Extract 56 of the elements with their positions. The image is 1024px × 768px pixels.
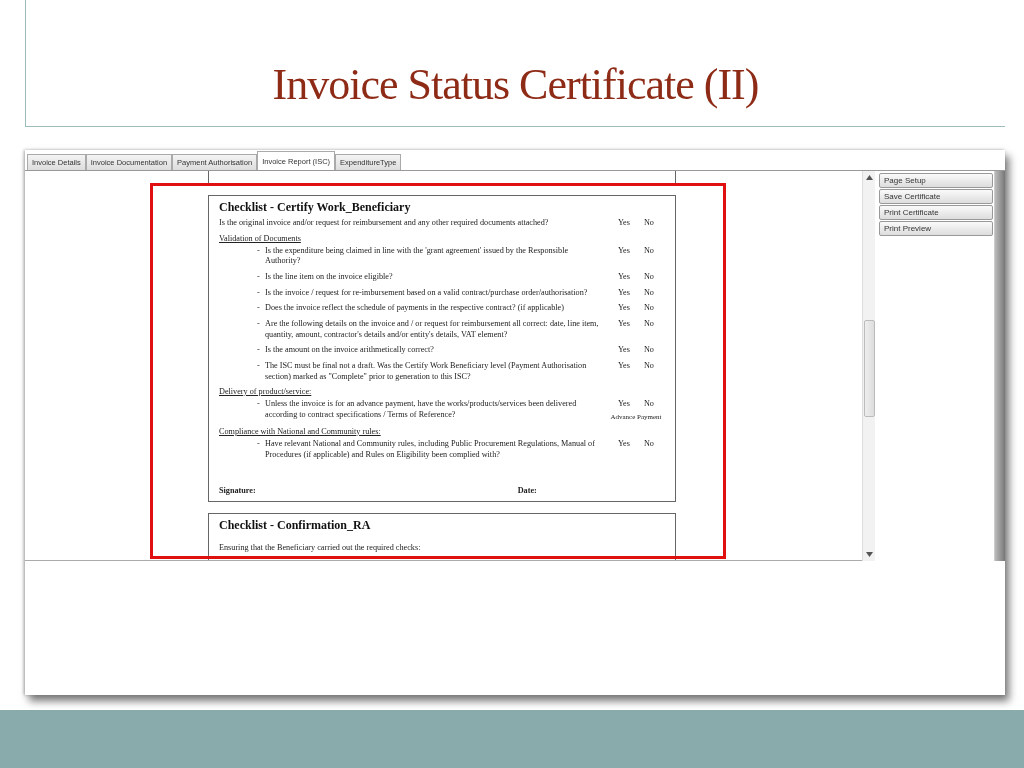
question-text: Unless the invoice is for an advance payment, have the works/products/services been delivered according to contract specifications / Terms of Reference? [265, 399, 578, 421]
list-dash: - [257, 399, 261, 410]
yes-option[interactable]: Yes [618, 345, 630, 356]
no-option[interactable]: No [643, 438, 654, 450]
no-option[interactable]: No [643, 318, 654, 330]
scroll-down-icon[interactable] [865, 552, 873, 557]
no-option[interactable]: No [643, 360, 654, 372]
yes-option[interactable]: Yes [618, 245, 630, 257]
section-heading: Delivery of product/service: [219, 387, 312, 397]
no-option[interactable]: No [643, 399, 654, 410]
intro-text: Ensuring that the Beneficiary carried out the required checks: [219, 543, 422, 555]
no-option[interactable]: No [643, 218, 654, 229]
yes-option[interactable]: Yes [618, 318, 630, 330]
list-dash: - [257, 318, 261, 330]
section-heading: Compliance with National and Community rules: [219, 426, 381, 436]
date-label: Date: [517, 486, 537, 496]
yes-option[interactable]: Yes [618, 438, 630, 450]
yes-option[interactable]: Yes [618, 303, 630, 314]
list-dash: - [257, 245, 261, 257]
question-text: Is the expenditure being claimed in line with the 'grant agreement' issued by the Responsible Authority? [265, 245, 570, 267]
question-text: Is the original invoice and/or request for reimbursement and any other required documents attached? [219, 218, 550, 229]
checklist-title: Checklist - Confirmation_RA [219, 518, 372, 534]
no-option[interactable]: No [643, 287, 654, 299]
yes-option[interactable]: Yes [618, 399, 630, 410]
question-text: Have relevant National and Community rules, including Public Procurement Regulations, Manual of Procedures (if applicable) and Rules on Eligibility been complied with? [265, 438, 596, 461]
question-text: The ISC must be final not a draft. Was the Certify Work Beneficiary level (Payment Authorisation section) marked as "Complete" prior to generation to this ISC? [265, 360, 588, 383]
list-dash: - [257, 303, 261, 314]
no-option[interactable]: No [643, 345, 654, 356]
question-text: Is the invoice / request for re-imbursement based on a valid contract/purchase order/authorisation? [265, 287, 589, 299]
list-dash: - [257, 287, 261, 299]
no-option[interactable]: No [643, 245, 654, 257]
question-text: Is the line item on the invoice eligible? [265, 271, 394, 283]
list-dash: - [257, 345, 261, 356]
question-text: Does the invoice reflect the schedule of payments in the respective contract? (if applicable) [265, 303, 565, 314]
question-text: Are the following details on the invoice and / or request for reimbursement all correct: date, line item, quantity, amount, contractor's details and/or entity's details, VAT element? [265, 318, 600, 341]
slide-title: Invoice Status Certificate (II) [272, 59, 759, 110]
action-button[interactable]: Print Certificate [879, 205, 993, 220]
scroll-up-icon[interactable] [865, 175, 873, 180]
signature-label: Signature: [219, 486, 256, 496]
yes-option[interactable]: Yes [618, 287, 630, 299]
scroll-thumb[interactable] [863, 320, 875, 417]
section-heading: Validation of Documents [219, 233, 301, 243]
no-option[interactable]: No [643, 303, 654, 314]
action-button[interactable]: Print Preview [879, 221, 993, 236]
scrollbar[interactable] [862, 171, 875, 561]
action-button[interactable]: Page Setup [879, 173, 993, 188]
question-text: Is the amount on the invoice arithmetically correct? [265, 345, 435, 356]
list-dash: - [257, 271, 261, 283]
yes-option[interactable]: Yes [618, 271, 630, 283]
list-dash: - [257, 438, 261, 450]
no-option[interactable]: No [643, 271, 654, 283]
action-button[interactable]: Save Certificate [879, 189, 993, 204]
yes-option[interactable]: Yes [618, 218, 630, 229]
list-dash: - [257, 360, 261, 372]
checklist-title: Checklist - Certify Work_Beneficiary [219, 200, 412, 215]
yes-option[interactable]: Yes [618, 360, 630, 372]
